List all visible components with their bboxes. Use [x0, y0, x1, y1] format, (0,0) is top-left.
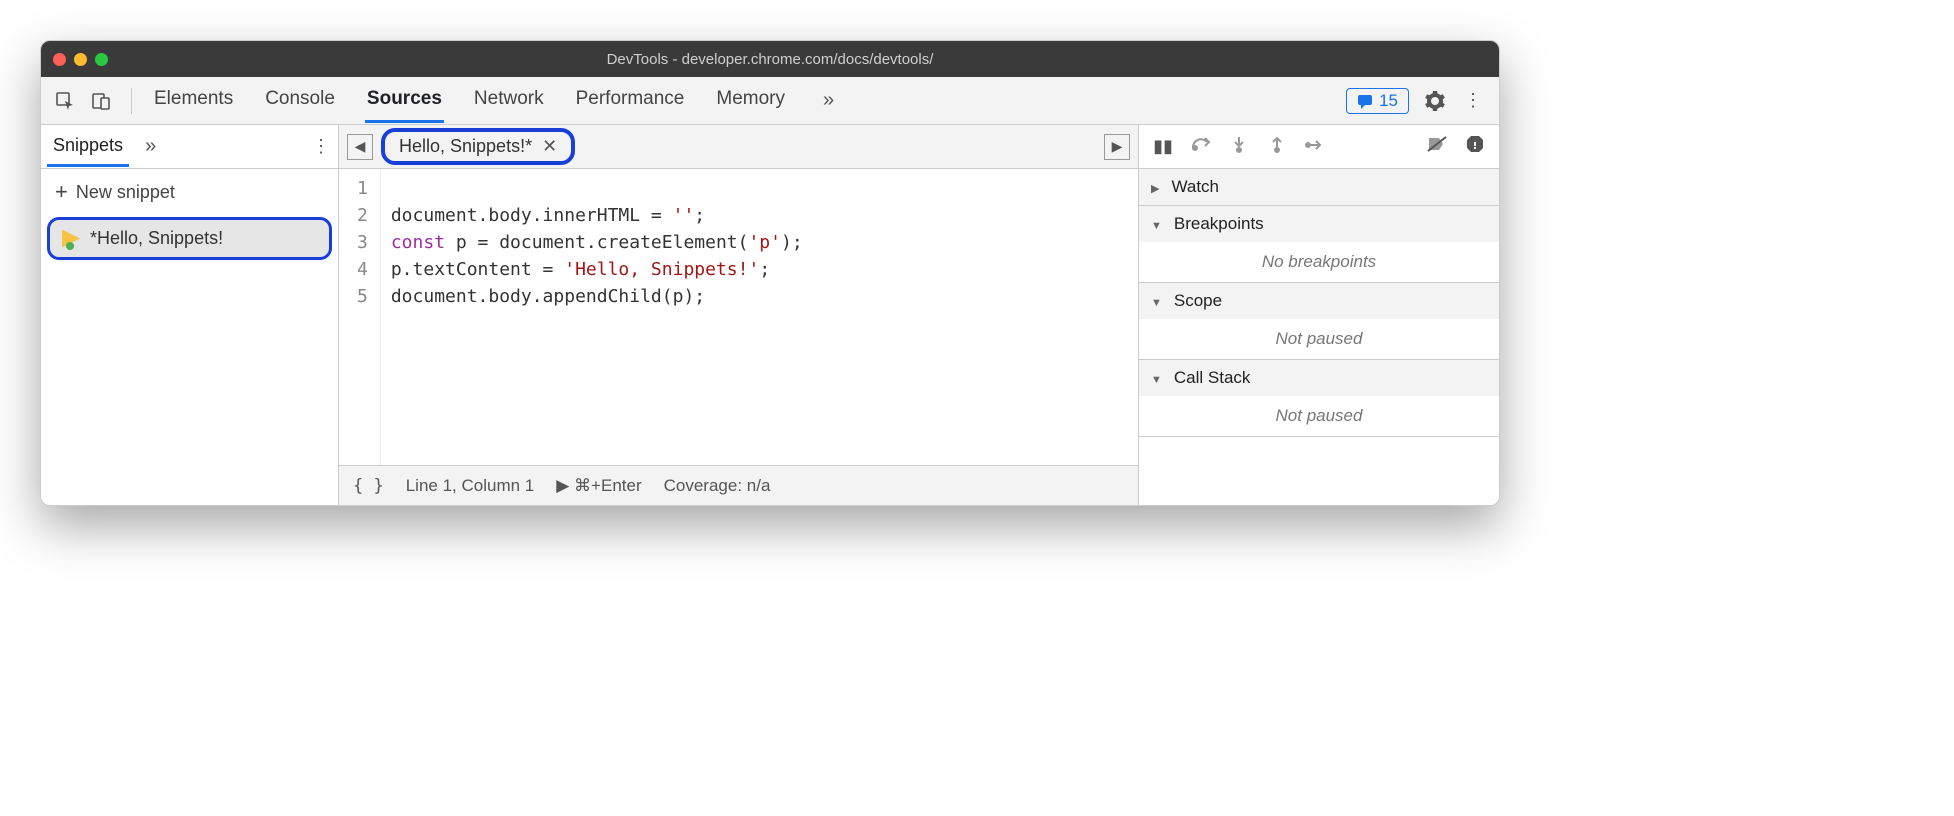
- navigator-more-icon[interactable]: »: [139, 135, 300, 158]
- new-snippet-label: New snippet: [76, 182, 175, 203]
- minimize-window-icon[interactable]: [74, 53, 87, 66]
- toggle-debugger-icon[interactable]: ▶: [1104, 134, 1130, 160]
- callstack-label: Call Stack: [1174, 368, 1251, 388]
- scope-section: Scope Not paused: [1139, 283, 1499, 360]
- scope-body: Not paused: [1139, 319, 1499, 359]
- breakpoints-label: Breakpoints: [1174, 214, 1264, 234]
- editor-pane: ◀ Hello, Snippets!* ✕ ▶ 12345 document.b…: [339, 125, 1139, 505]
- navigator-pane: Snippets » ⋮ + New snippet *Hello, Snipp…: [41, 125, 339, 505]
- separator: [131, 88, 132, 114]
- titlebar: DevTools - developer.chrome.com/docs/dev…: [41, 41, 1499, 77]
- debugger-toolbar: ▮▮: [1139, 125, 1499, 169]
- maximize-window-icon[interactable]: [95, 53, 108, 66]
- watch-section: Watch: [1139, 169, 1499, 206]
- tab-performance[interactable]: Performance: [574, 78, 687, 123]
- snippet-name: *Hello, Snippets!: [90, 228, 223, 249]
- deactivate-breakpoints-icon[interactable]: [1425, 136, 1449, 157]
- editor-tabbar: ◀ Hello, Snippets!* ✕ ▶: [339, 125, 1138, 169]
- more-tabs-icon[interactable]: »: [815, 89, 842, 112]
- new-snippet-button[interactable]: + New snippet: [41, 169, 338, 215]
- callstack-body: Not paused: [1139, 396, 1499, 436]
- navigator-options-icon[interactable]: ⋮: [310, 136, 332, 157]
- message-count-value: 15: [1379, 91, 1398, 111]
- main-toolbar: Elements Console Sources Network Perform…: [41, 77, 1499, 125]
- window-title: DevTools - developer.chrome.com/docs/dev…: [41, 51, 1499, 68]
- settings-icon[interactable]: [1423, 91, 1447, 111]
- code-editor[interactable]: 12345 document.body.innerHTML = ''; cons…: [339, 169, 1138, 465]
- more-options-icon[interactable]: ⋮: [1461, 90, 1485, 111]
- run-snippet-button[interactable]: ▶ ⌘+Enter: [556, 476, 641, 496]
- debugger-pane: ▮▮: [1139, 125, 1499, 505]
- devtools-window: DevTools - developer.chrome.com/docs/dev…: [40, 40, 1500, 506]
- modified-indicator-icon: [66, 242, 74, 250]
- tab-memory[interactable]: Memory: [714, 78, 787, 123]
- device-toggle-icon[interactable]: [85, 85, 117, 117]
- tab-sources[interactable]: Sources: [365, 78, 444, 123]
- callstack-section: Call Stack Not paused: [1139, 360, 1499, 437]
- sources-panels: Snippets » ⋮ + New snippet *Hello, Snipp…: [41, 125, 1499, 505]
- traffic-lights: [53, 53, 108, 66]
- scope-header[interactable]: Scope: [1139, 283, 1499, 319]
- close-tab-icon[interactable]: ✕: [542, 136, 557, 157]
- toggle-navigator-icon[interactable]: ◀: [347, 134, 373, 160]
- tab-network[interactable]: Network: [472, 78, 546, 123]
- code-content[interactable]: document.body.innerHTML = ''; const p = …: [381, 169, 813, 465]
- close-window-icon[interactable]: [53, 53, 66, 66]
- inspect-element-icon[interactable]: [49, 85, 81, 117]
- breakpoints-section: Breakpoints No breakpoints: [1139, 206, 1499, 283]
- navigator-tab-snippets[interactable]: Snippets: [47, 127, 129, 167]
- editor-statusbar: { } Line 1, Column 1 ▶ ⌘+Enter Coverage:…: [339, 465, 1138, 505]
- callstack-header[interactable]: Call Stack: [1139, 360, 1499, 396]
- file-tab-label: Hello, Snippets!*: [399, 136, 532, 157]
- tab-elements[interactable]: Elements: [152, 78, 235, 123]
- panel-tabs: Elements Console Sources Network Perform…: [152, 78, 1346, 123]
- plus-icon: +: [55, 179, 68, 205]
- watch-header[interactable]: Watch: [1139, 169, 1499, 205]
- toolbar-right: 15 ⋮: [1346, 88, 1491, 114]
- step-over-icon[interactable]: [1189, 136, 1213, 157]
- tab-console[interactable]: Console: [263, 78, 337, 123]
- breakpoints-body: No breakpoints: [1139, 242, 1499, 282]
- snippet-list-item[interactable]: *Hello, Snippets!: [47, 217, 332, 260]
- line-gutter: 12345: [339, 169, 381, 465]
- scope-label: Scope: [1174, 291, 1222, 311]
- pretty-print-icon[interactable]: { }: [353, 476, 384, 496]
- step-into-icon[interactable]: [1227, 135, 1251, 158]
- navigator-tabs: Snippets » ⋮: [41, 125, 338, 169]
- step-out-icon[interactable]: [1265, 135, 1289, 158]
- open-file-tab[interactable]: Hello, Snippets!* ✕: [381, 128, 575, 165]
- cursor-position: Line 1, Column 1: [406, 476, 535, 496]
- pause-on-exceptions-icon[interactable]: [1463, 135, 1487, 158]
- coverage-status: Coverage: n/a: [664, 476, 771, 496]
- pause-icon[interactable]: ▮▮: [1151, 136, 1175, 157]
- step-icon[interactable]: [1303, 136, 1327, 157]
- breakpoints-header[interactable]: Breakpoints: [1139, 206, 1499, 242]
- console-message-count[interactable]: 15: [1346, 88, 1409, 114]
- watch-label: Watch: [1171, 177, 1219, 197]
